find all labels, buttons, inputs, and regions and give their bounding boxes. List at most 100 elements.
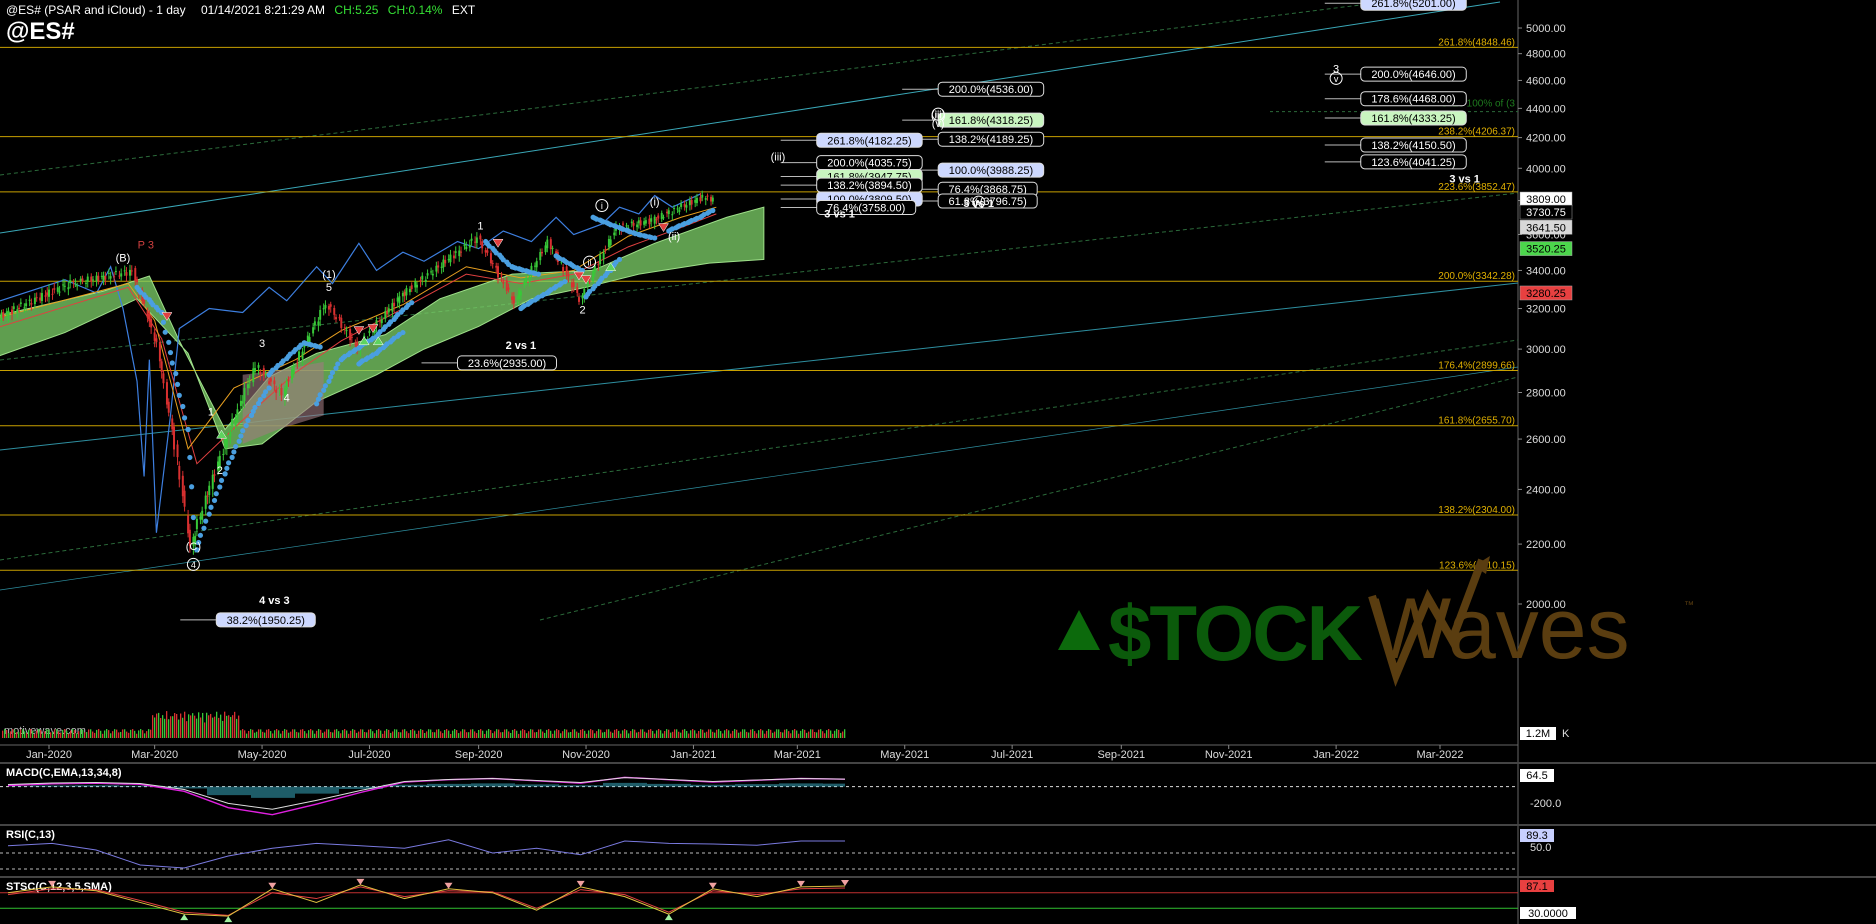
volume-bar <box>234 711 236 738</box>
psar-dot <box>167 349 174 356</box>
volume-bar <box>184 711 186 738</box>
volume-bar <box>636 732 638 738</box>
volume-bar <box>844 729 846 738</box>
candle-body <box>102 275 105 281</box>
candle-body <box>296 362 299 364</box>
candle-body <box>313 321 316 326</box>
candle-body <box>676 208 679 210</box>
volume-bar <box>360 729 362 738</box>
volume-bar <box>172 716 174 738</box>
projection-label: 178.6%(4468.00) <box>1371 94 1455 106</box>
volume-bar <box>56 729 58 738</box>
volume-bar <box>88 729 90 738</box>
candle-body <box>290 369 293 380</box>
wave-label: 3 vs 1 <box>1449 174 1480 186</box>
projection-label: 23.6%(2935.00) <box>468 358 546 370</box>
candle-body <box>710 196 713 202</box>
candle-body <box>136 278 139 283</box>
volume-bar <box>126 731 128 738</box>
volume-bar <box>228 715 230 738</box>
volume-bar <box>224 711 226 738</box>
psar-dot <box>616 256 623 263</box>
volume-bar <box>806 732 808 738</box>
candle-body <box>97 275 100 282</box>
candle-body <box>391 303 394 312</box>
volume-bar <box>10 731 12 738</box>
volume-bar <box>218 717 220 738</box>
volume-bar <box>444 730 446 738</box>
candle-body <box>419 279 422 282</box>
candle-body <box>241 401 244 404</box>
wave-label: 2 vs 1 <box>506 340 537 352</box>
stochastic-buy-marker-icon <box>180 914 189 921</box>
volume-bar <box>46 729 48 738</box>
volume-bar <box>408 733 410 738</box>
volume-bar <box>684 729 686 738</box>
volume-bar <box>110 733 112 738</box>
psar-dot <box>562 279 568 285</box>
volume-bar <box>40 730 42 738</box>
candle-body <box>262 368 265 376</box>
psar-dot <box>187 454 193 461</box>
psar-dot <box>240 428 246 434</box>
candle-body <box>505 280 508 291</box>
volume-bar <box>272 733 274 738</box>
volume-bar <box>644 731 646 738</box>
volume-bar <box>646 732 648 738</box>
psar-dot <box>314 401 320 407</box>
fib-label: 138.2%(2304.00) <box>1438 505 1515 516</box>
volume-bar <box>702 729 704 738</box>
candle-body <box>430 271 433 273</box>
volume-bar <box>766 730 768 738</box>
volume-bar <box>120 731 122 738</box>
volume-bar <box>32 730 34 738</box>
volume-bar <box>474 731 476 738</box>
candle-body <box>199 516 202 520</box>
trend-line <box>0 0 1401 176</box>
volume-bar <box>362 729 364 738</box>
candle-body <box>442 259 445 268</box>
candle-body <box>415 284 418 288</box>
volume-bar <box>398 732 400 738</box>
candle-body <box>454 251 457 253</box>
candle-body <box>599 254 602 265</box>
volume-bar <box>156 713 158 738</box>
volume-bar <box>132 729 134 738</box>
candle-body <box>396 297 399 302</box>
candle-body <box>298 351 301 361</box>
volume-bar <box>706 731 708 738</box>
chart-canvas[interactable]: 261.8%(4848.46)238.2%(4206.37)223.6%(385… <box>0 0 1876 924</box>
psar-dot <box>180 403 186 410</box>
volume-bar <box>460 731 462 738</box>
psar-dot <box>236 438 242 444</box>
candle-body <box>222 453 225 455</box>
volume-bar <box>108 730 110 738</box>
psar-dot <box>315 396 321 402</box>
volume-bar <box>186 721 188 738</box>
volume-bar <box>346 730 348 738</box>
volume-bar <box>466 732 468 738</box>
psar-dot <box>266 385 272 391</box>
volume-bar <box>92 731 94 738</box>
candle-body <box>704 197 707 200</box>
candle-body <box>577 297 580 302</box>
candle-body <box>690 200 693 205</box>
time-tick-label: Jan-2021 <box>671 749 717 761</box>
volume-bar <box>596 731 598 738</box>
volume-bar <box>676 729 678 738</box>
volume-bar <box>546 729 548 738</box>
volume-bar <box>650 729 652 738</box>
candle-body <box>165 382 168 405</box>
psar-dot <box>201 525 207 531</box>
macd-panel-title: MACD(C,EMA,13,34,8) <box>6 767 122 779</box>
candle-body <box>701 194 704 198</box>
volume-bar <box>738 732 740 738</box>
volume-bar <box>590 729 592 738</box>
psar-dot <box>409 300 415 306</box>
candle-body <box>398 296 401 304</box>
macd-panel: MACD(C,EMA,13,34,8) 64.5 -200.0 <box>0 762 1876 816</box>
stochastic-sell-marker-icon <box>796 880 805 887</box>
volume-bar <box>458 733 460 738</box>
volume-bar <box>286 729 288 738</box>
volume-bar <box>382 733 384 738</box>
